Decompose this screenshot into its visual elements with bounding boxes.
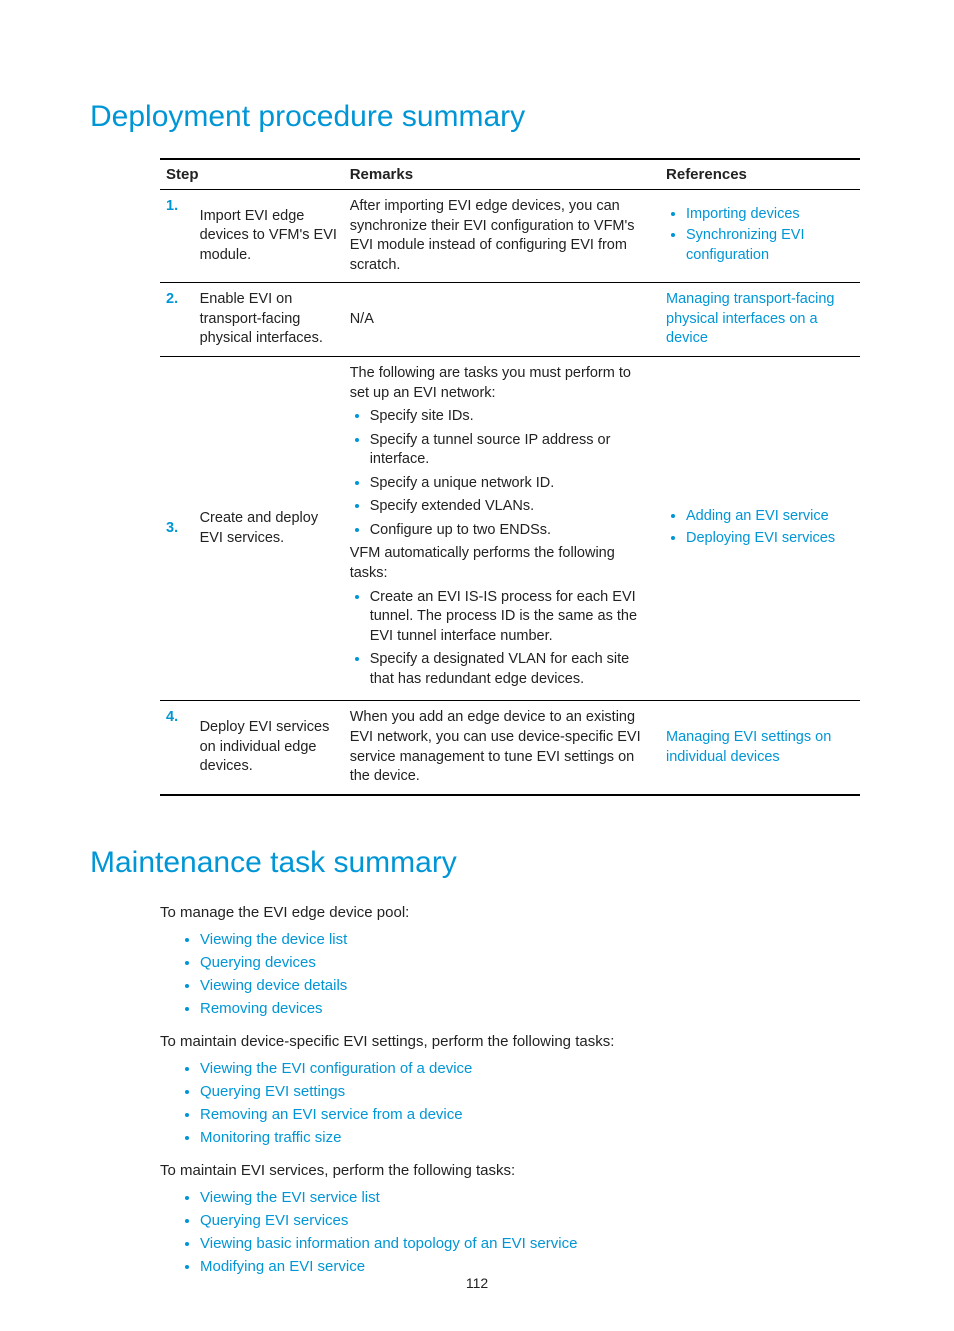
ref-link[interactable]: Adding an EVI service <box>686 508 829 524</box>
maint-link[interactable]: Viewing the EVI service list <box>200 1189 380 1206</box>
maint-intro-3: To maintain EVI services, perform the fo… <box>160 1162 864 1179</box>
remarks-intro: The following are tasks you must perform… <box>350 364 654 403</box>
maint-list-1: Viewing the device list Querying devices… <box>180 931 864 1017</box>
table-row: 1. Import EVI edge devices to VFM's EVI … <box>160 190 860 283</box>
refs-cell: Importing devices Synchronizing EVI conf… <box>660 190 860 283</box>
col-step: Step <box>160 159 344 190</box>
col-remarks: Remarks <box>344 159 660 190</box>
maint-link[interactable]: Viewing the device list <box>200 931 347 948</box>
step-text: Create and deploy EVI services. <box>194 356 344 700</box>
maint-link[interactable]: Viewing the EVI configuration of a devic… <box>200 1060 472 1077</box>
maint-link[interactable]: Removing devices <box>200 1000 323 1017</box>
table-row: 4. Deploy EVI services on individual edg… <box>160 701 860 795</box>
table-row: 3. Create and deploy EVI services. The f… <box>160 356 860 700</box>
step-num: 1. <box>160 190 194 283</box>
maint-link[interactable]: Querying devices <box>200 954 316 971</box>
maint-intro-2: To maintain device-specific EVI settings… <box>160 1033 864 1050</box>
maint-list-2: Viewing the EVI configuration of a devic… <box>180 1060 864 1146</box>
ref-link[interactable]: Importing devices <box>686 206 800 222</box>
maint-link[interactable]: Monitoring traffic size <box>200 1129 341 1146</box>
remarks-text: After importing EVI edge devices, you ca… <box>344 190 660 283</box>
refs-cell: Managing transport-facing physical inter… <box>660 283 860 357</box>
refs-cell: Adding an EVI service Deploying EVI serv… <box>660 356 860 700</box>
remarks-text: When you add an edge device to an existi… <box>344 701 660 795</box>
remarks-item: Specify a unique network ID. <box>370 474 654 494</box>
maint-link[interactable]: Viewing basic information and topology o… <box>200 1235 577 1252</box>
step-num: 2. <box>160 283 194 357</box>
heading-deployment: Deployment procedure summary <box>90 100 864 134</box>
remarks-item: Specify extended VLANs. <box>370 497 654 517</box>
maint-link[interactable]: Querying EVI services <box>200 1212 348 1229</box>
remarks-mid: VFM automatically performs the following… <box>350 544 654 583</box>
maint-link[interactable]: Viewing device details <box>200 977 347 994</box>
deployment-table: Step Remarks References 1. Import EVI ed… <box>160 158 860 796</box>
remarks-item: Configure up to two ENDSs. <box>370 521 654 541</box>
step-text: Deploy EVI services on individual edge d… <box>194 701 344 795</box>
col-refs: References <box>660 159 860 190</box>
step-num: 3. <box>160 356 194 700</box>
maint-intro-1: To manage the EVI edge device pool: <box>160 904 864 921</box>
ref-link[interactable]: Deploying EVI services <box>686 530 835 546</box>
maint-link[interactable]: Modifying an EVI service <box>200 1258 365 1275</box>
step-num: 4. <box>160 701 194 795</box>
ref-link[interactable]: Managing transport-facing physical inter… <box>666 291 834 346</box>
maint-list-3: Viewing the EVI service list Querying EV… <box>180 1189 864 1275</box>
remarks-item: Specify site IDs. <box>370 407 654 427</box>
ref-link[interactable]: Managing EVI settings on individual devi… <box>666 729 831 765</box>
remarks-item: Specify a tunnel source IP address or in… <box>370 431 654 470</box>
document-page: Deployment procedure summary Step Remark… <box>0 0 954 1331</box>
maint-link[interactable]: Removing an EVI service from a device <box>200 1106 463 1123</box>
remarks-item: Specify a designated VLAN for each site … <box>370 650 654 689</box>
ref-link[interactable]: Synchronizing EVI configuration <box>686 227 804 263</box>
page-number: 112 <box>0 1275 954 1291</box>
remarks-text: N/A <box>344 283 660 357</box>
step-text: Import EVI edge devices to VFM's EVI mod… <box>194 190 344 283</box>
table-row: 2. Enable EVI on transport-facing physic… <box>160 283 860 357</box>
heading-maintenance: Maintenance task summary <box>90 846 864 880</box>
remarks-item: Create an EVI IS-IS process for each EVI… <box>370 588 654 647</box>
remarks-cell: The following are tasks you must perform… <box>344 356 660 700</box>
refs-cell: Managing EVI settings on individual devi… <box>660 701 860 795</box>
step-text: Enable EVI on transport-facing physical … <box>194 283 344 357</box>
maint-link[interactable]: Querying EVI settings <box>200 1083 345 1100</box>
table-header-row: Step Remarks References <box>160 159 860 190</box>
